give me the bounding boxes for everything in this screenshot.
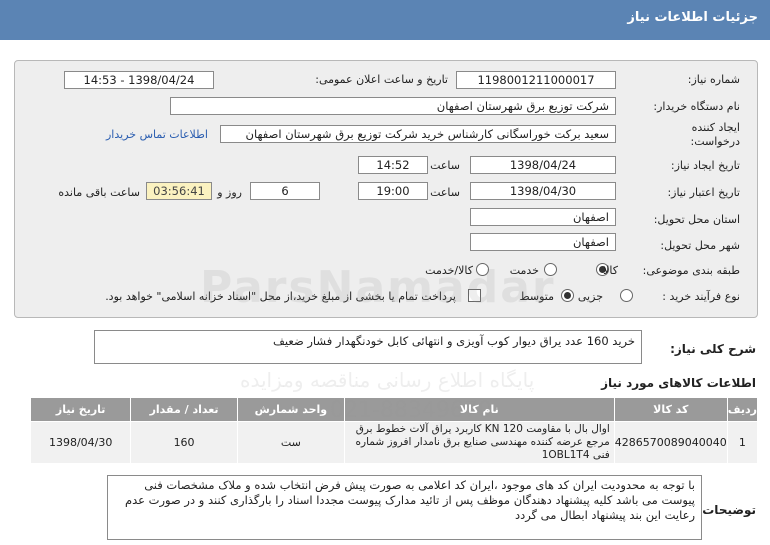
col-index: ردیف (726, 397, 759, 422)
validity-date-field: 1398/04/30 (470, 182, 616, 200)
process-minor-label: جزیی (577, 290, 603, 303)
remaining-days-field: 6 (250, 182, 320, 200)
validity-time-field: 19:00 (358, 182, 428, 200)
process-minor-radio[interactable] (620, 289, 633, 302)
watermark-phone: 021-88349670 (330, 398, 492, 423)
category-goods-label: کالا (603, 264, 618, 277)
watermark-tagline: پایگاه اطلاع رسانی مناقصه ومزایده (240, 368, 535, 392)
row-name: اوال بال با مقاومت KN 120 کاربرد یراق آل… (343, 421, 615, 464)
buyer-label: نام دستگاه خریدار: (653, 100, 740, 113)
col-code: کد کالا (613, 397, 728, 422)
items-section-title: اطلاعات کالاهای مورد نیاز (601, 376, 756, 390)
table-row: 1 4286570089040040 اوال بال با مقاومت KN… (29, 421, 759, 464)
validity-date-label: تاریخ اعتبار نیاز: (667, 186, 740, 199)
city-label: شهر محل تحویل: (660, 239, 740, 252)
province-field: اصفهان (470, 208, 616, 226)
province-label: استان محل تحویل: (653, 213, 740, 226)
description-field: خرید 160 عدد یراق دیوار کوب آویزی و انته… (94, 330, 642, 364)
col-unit: واحد شمارش (236, 397, 345, 422)
created-date-field: 1398/04/24 (470, 156, 616, 174)
process-medium-radio[interactable] (561, 289, 574, 302)
description-label: شرح کلی نیاز: (670, 342, 756, 356)
col-date: تاریخ نیاز (29, 397, 132, 422)
need-number-field: 1198001211000017 (456, 71, 616, 89)
creator-label-line1: ایجاد کننده (691, 121, 740, 134)
created-date-label: تاریخ ایجاد نیاز: (670, 159, 740, 172)
creator-label-line2: درخواست: (690, 135, 740, 148)
city-field: اصفهان (470, 233, 616, 251)
col-qty: تعداد / مقدار (130, 397, 238, 422)
created-time-field: 14:52 (358, 156, 428, 174)
row-code: 4286570089040040 (613, 421, 728, 464)
creator-field: سعید برکت خوراسگانی کارشناس خرید شرکت تو… (220, 125, 616, 143)
buyer-notes-field: با توجه به محدودیت ایران کد های موجود ،ا… (107, 475, 702, 540)
need-number-label: شماره نیاز: (687, 73, 740, 86)
announce-label: تاریخ و ساعت اعلان عمومی: (315, 73, 448, 86)
created-time-label: ساعت (430, 159, 460, 172)
validity-time-label: ساعت (430, 186, 460, 199)
buyer-field: شرکت توزیع برق شهرستان اصفهان (170, 97, 616, 115)
watermark-brand: ParsNamadar (200, 262, 556, 313)
process-label: نوع فرآیند خرید : (662, 290, 740, 303)
announce-field: 1398/04/24 - 14:53 (64, 71, 214, 89)
row-qty: 160 (130, 421, 238, 464)
category-label: طبقه بندی موضوعی: (642, 264, 740, 277)
buyer-contact-link[interactable]: اطلاعات تماس خریدار (106, 128, 208, 141)
remaining-time-field: 03:56:41 (146, 182, 212, 200)
remaining-time-label: ساعت باقی مانده (58, 186, 140, 199)
row-date: 1398/04/30 (29, 421, 132, 464)
days-label: روز و (217, 186, 242, 199)
row-unit: ست (236, 421, 345, 464)
page-title: جزئیات اطلاعات نیاز (0, 0, 770, 40)
row-index: 1 (726, 421, 759, 464)
